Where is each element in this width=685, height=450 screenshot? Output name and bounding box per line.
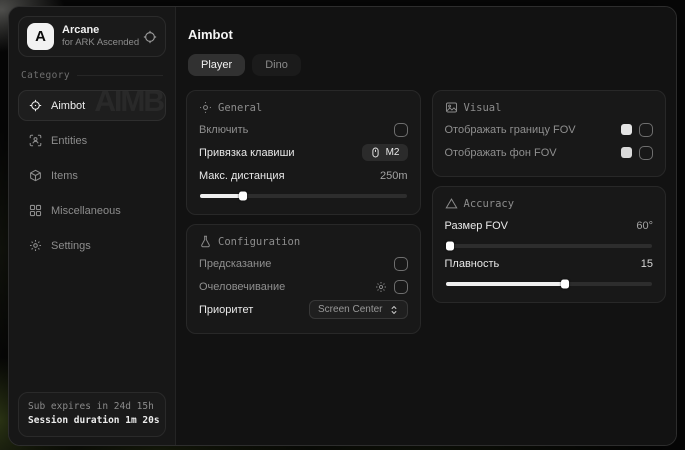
- fov-border-label: Отображать границу FOV: [445, 124, 576, 136]
- sidebar-item-miscellaneous[interactable]: Miscellaneous: [18, 195, 166, 226]
- setting-row-enable: Включить: [199, 118, 408, 141]
- fov-border-checkbox[interactable]: [639, 123, 653, 137]
- accuracy-icon: [445, 197, 458, 210]
- setting-row-humanize: Очеловечивание: [199, 275, 408, 298]
- panel-accuracy: Accuracy Размер FOV 60° Плавность 15: [432, 186, 667, 303]
- app-subtitle: for ARK Ascended: [62, 37, 135, 49]
- fov-bg-label: Отображать фон FOV: [445, 147, 557, 159]
- grid-icon: [29, 204, 42, 217]
- main-content: Aimbot Player Dino General: [176, 7, 676, 445]
- keybind-label: Привязка клавиши: [199, 147, 295, 159]
- person-scan-icon: [29, 134, 42, 147]
- subscription-card: Sub expires in 24d 15h Session duration …: [18, 392, 166, 437]
- category-header: Category: [21, 70, 163, 81]
- sidebar-item-label: Items: [51, 170, 78, 182]
- humanize-settings-gear-icon[interactable]: [375, 281, 387, 293]
- setting-row-fov-size: Размер FOV 60°: [445, 214, 654, 237]
- sidebar-item-entities[interactable]: Entities: [18, 125, 166, 156]
- crosshair-icon: [29, 99, 42, 112]
- keybind-value: M2: [386, 147, 400, 158]
- humanize-label: Очеловечивание: [199, 281, 285, 293]
- page-title: Aimbot: [188, 27, 666, 42]
- aimbot-watermark: AIMB: [94, 90, 163, 119]
- smoothness-label: Плавность: [445, 258, 500, 270]
- prediction-label: Предсказание: [199, 258, 271, 270]
- panel-configuration: Configuration Предсказание Очеловечивани…: [186, 224, 421, 334]
- fov-border-color-swatch[interactable]: [621, 124, 632, 135]
- panel-visual: Visual Отображать границу FOV Отображать…: [432, 90, 667, 177]
- session-duration-text: Session duration 1m 20s: [28, 414, 156, 429]
- slider-thumb[interactable]: [446, 242, 454, 251]
- category-divider: [77, 75, 163, 76]
- smoothness-value: 15: [641, 258, 653, 270]
- setting-row-priority: Приоритет Screen Center: [199, 298, 408, 321]
- sidebar-nav: Aimbot AIMB Entities Items M: [18, 90, 166, 261]
- fov-bg-color-swatch[interactable]: [621, 147, 632, 158]
- setting-row-prediction: Предсказание: [199, 252, 408, 275]
- sidebar-item-settings[interactable]: Settings: [18, 230, 166, 261]
- sidebar: A Arcane for ARK Ascended Category Aimbo…: [9, 7, 176, 445]
- tab-bar: Player Dino: [188, 54, 666, 76]
- configuration-icon: [199, 235, 212, 248]
- app-window: A Arcane for ARK Ascended Category Aimbo…: [8, 6, 677, 446]
- setting-row-fov-border: Отображать границу FOV: [445, 118, 654, 141]
- panel-title: General: [218, 102, 262, 114]
- tab-player[interactable]: Player: [188, 54, 245, 76]
- target-icon[interactable]: [143, 30, 157, 44]
- humanize-checkbox[interactable]: [394, 280, 408, 294]
- smoothness-slider[interactable]: [446, 282, 653, 286]
- sub-expires-text: Sub expires in 24d 15h: [28, 400, 156, 415]
- fov-size-label: Размер FOV: [445, 220, 508, 232]
- enable-checkbox[interactable]: [394, 123, 408, 137]
- tab-dino[interactable]: Dino: [252, 54, 301, 76]
- fov-bg-checkbox[interactable]: [639, 146, 653, 160]
- gear-icon: [29, 239, 42, 252]
- priority-value: Screen Center: [318, 304, 382, 315]
- fov-size-value: 60°: [636, 220, 653, 232]
- chevrons-up-down-icon: [389, 305, 399, 315]
- enable-label: Включить: [199, 124, 248, 136]
- setting-row-smoothness: Плавность 15: [445, 252, 654, 275]
- mouse-icon: [370, 147, 381, 158]
- sidebar-item-label: Miscellaneous: [51, 205, 121, 217]
- fov-size-slider[interactable]: [446, 244, 653, 248]
- distance-label: Макс. дистанция: [199, 170, 285, 182]
- priority-label: Приоритет: [199, 304, 253, 316]
- panel-title: Configuration: [218, 236, 300, 248]
- sidebar-item-items[interactable]: Items: [18, 160, 166, 191]
- keybind-button[interactable]: M2: [362, 144, 408, 161]
- distance-value: 250m: [380, 170, 408, 182]
- app-name: Arcane: [62, 24, 135, 38]
- sidebar-item-aimbot[interactable]: Aimbot AIMB: [18, 90, 166, 121]
- sidebar-item-label: Entities: [51, 135, 87, 147]
- panel-title: Visual: [464, 102, 502, 114]
- sidebar-item-label: Settings: [51, 240, 91, 252]
- sidebar-item-label: Aimbot: [51, 100, 85, 112]
- package-icon: [29, 169, 42, 182]
- distance-slider[interactable]: [200, 194, 407, 198]
- panel-general: General Включить Привязка клавиши M2: [186, 90, 421, 215]
- setting-row-keybind: Привязка клавиши M2: [199, 141, 408, 164]
- panel-title: Accuracy: [464, 198, 515, 210]
- setting-row-fov-bg: Отображать фон FOV: [445, 141, 654, 164]
- slider-thumb[interactable]: [561, 280, 569, 289]
- category-label: Category: [21, 70, 70, 81]
- setting-row-distance: Макс. дистанция 250m: [199, 164, 408, 187]
- general-icon: [199, 101, 212, 114]
- brand-card: A Arcane for ARK Ascended: [18, 16, 166, 57]
- visual-icon: [445, 101, 458, 114]
- app-logo: A: [27, 23, 54, 50]
- prediction-checkbox[interactable]: [394, 257, 408, 271]
- slider-thumb[interactable]: [239, 192, 247, 201]
- priority-dropdown[interactable]: Screen Center: [309, 300, 407, 319]
